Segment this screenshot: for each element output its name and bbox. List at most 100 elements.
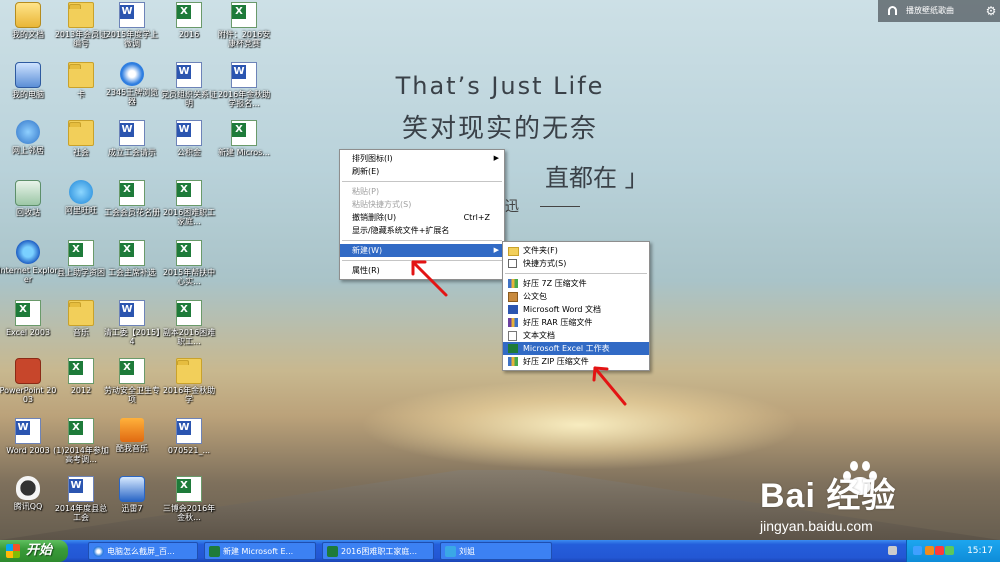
desktop-icon[interactable]: Word 2003 [0,418,58,455]
desktop-icon[interactable]: 党员组织关系证明 [159,62,219,108]
keyboard-icon[interactable] [888,546,897,555]
briefcase-icon [508,292,518,302]
new-excel-label: Microsoft Excel 工作表 [523,344,610,353]
start-button[interactable]: 开始 [0,540,68,562]
excel-file-icon [68,240,94,266]
new-text-item[interactable]: 文本文档 [503,329,649,342]
desktop-icon[interactable]: 新建 Micros... [214,120,274,157]
new-briefcase-item[interactable]: 公文包 [503,290,649,303]
desktop-icon-label: 党员组织关系证明 [161,90,217,108]
desktop-icon[interactable]: 劳动安全卫生专项 [102,358,162,404]
new-excel-item[interactable]: Microsoft Excel 工作表 [503,342,649,355]
desktop[interactable]: That’s Just Life 笑对现实的无奈 直都在 」 迅 我的文档 我的电… [0,0,1000,540]
desktop-icon[interactable]: 工会会员花名册 [102,180,162,217]
desktop-icon[interactable]: 清工委【2015】4 [102,300,162,346]
clock[interactable]: 15:17 [967,546,993,556]
menu-arrange-icons[interactable]: 排列图标(I) ▶ [340,152,504,165]
sunset-glow [360,380,800,470]
desktop-icon-label: 三博会2016年金秋... [162,504,216,522]
folder-icon [176,358,202,384]
menu-undo-delete[interactable]: 撤销删除(U) Ctrl+Z [340,211,504,224]
settings-gear-icon[interactable]: ⚙ [982,0,1000,22]
menu-show-hide[interactable]: 显示/隐藏系统文件+扩展名 [340,224,504,237]
desktop-icon-label: 2015年度学上微调 [105,30,159,48]
menu-separator [505,273,647,274]
desktop-icon-label: 2016年金秋助学报名... [217,90,271,108]
menu-paste[interactable]: 粘贴(P) [340,185,504,198]
desktop-icon-label: 附件：2016安康杯竞赛 [217,30,271,48]
new-7z-item[interactable]: 好压 7Z 压缩文件 [503,277,649,290]
word-icon [508,305,518,314]
text-file-icon [508,331,517,341]
menu-refresh[interactable]: 刷新(E) [340,165,504,178]
desktop-icon[interactable]: 070521_... [159,418,219,455]
desktop-icon[interactable]: 三博会2016年金秋... [159,476,219,522]
desktop-icon[interactable]: 我的文档 [0,2,58,39]
desktop-icon[interactable]: 酷我音乐 [102,418,162,453]
menu-paste-shortcut[interactable]: 粘贴快捷方式(S) [340,198,504,211]
headphone-icon [888,6,897,15]
desktop-icon[interactable]: 迅雷7 [102,476,162,513]
desktop-icon[interactable]: 2015年度学上微调 [102,2,162,48]
security-tray-icon[interactable] [935,546,944,555]
excel-file-icon [231,120,257,146]
recycle-bin-icon [15,180,41,206]
excel-file-icon [68,418,94,444]
submenu-arrow-icon: ▶ [493,246,499,254]
haozip-rar-icon [508,318,518,327]
word-file-icon [119,300,145,326]
desktop-icon-label: Excel 2003 [5,328,51,337]
menu-paste-label: 粘贴(P) [352,187,380,196]
tray-app-icon[interactable] [945,546,954,555]
desktop-icon[interactable]: 成立工会请示 [102,120,162,157]
new-shortcut-item[interactable]: 快捷方式(S) [503,257,649,270]
network-icon [16,120,40,144]
taskbar-button-browser[interactable]: 电脑怎么截屏_百... [88,542,198,560]
taskbar-button-excel-2016[interactable]: 2016困难职工家庭... [322,542,434,560]
desktop-icon[interactable]: 2015年帮扶中心实... [159,240,219,286]
desktop-icon[interactable]: 腾讯QQ [0,476,58,511]
taskbar-button-chat[interactable]: 刘姐 [440,542,552,560]
desktop-icon-label: 新建 Micros... [218,148,270,157]
annotation-arrow-excel [592,366,627,406]
desktop-icon-label: 迅雷7 [121,504,143,513]
network-tray-icon[interactable] [913,546,922,555]
desktop-icon[interactable]: 副本2016困难职工... [159,300,219,346]
taskbar-button-excel-new[interactable]: 新建 Microsoft E... [204,542,316,560]
desktop-icon-label: Internet Explorer [0,266,58,284]
desktop-icon[interactable]: 2016困难职工家庭... [159,180,219,226]
desktop-icon-label: PowerPoint 2003 [0,386,57,404]
desktop-icon[interactable]: 2016年金秋助学报名... [214,62,274,108]
desktop-icon[interactable]: 2016 [159,2,219,39]
desktop-icon[interactable]: 附件：2016安康杯竞赛 [214,2,274,48]
new-word-label: Microsoft Word 文档 [523,305,602,314]
qq-tray-icon[interactable] [925,546,934,555]
aliwangwang-icon [69,180,93,204]
desktop-icon[interactable]: 网上邻居 [0,120,58,155]
desktop-icon[interactable]: Excel 2003 [0,300,58,337]
desktop-icon[interactable]: 我的电脑 [0,62,58,99]
new-briefcase-label: 公文包 [523,292,547,301]
new-word-item[interactable]: Microsoft Word 文档 [503,303,649,316]
desktop-icon[interactable]: 公积金 [159,120,219,157]
folder-icon [68,300,94,326]
start-label: 开始 [26,543,53,558]
excel-file-icon [176,2,202,28]
excel-file-icon [119,240,145,266]
chat-icon [445,546,456,557]
desktop-icon[interactable]: 工会主席补选 [102,240,162,277]
play-wallpaper-music-button[interactable]: 播放壁纸歌曲 [878,0,982,22]
desktop-icon[interactable]: 2016年金秋助学 [159,358,219,404]
excel-file-icon [176,476,202,502]
desktop-icon[interactable]: Internet Explorer [0,240,58,284]
desktop-icon[interactable]: PowerPoint 2003 [0,358,58,404]
desktop-icon[interactable]: 回收站 [0,180,58,217]
word-file-icon [119,120,145,146]
new-folder-item[interactable]: 文件夹(F) [503,244,649,257]
desktop-icon[interactable]: 2345王牌浏览器 [102,62,162,106]
desktop-icon-label: 我的文档 [12,30,44,39]
new-zip-label: 好压 ZIP 压缩文件 [523,357,589,366]
folder-icon [68,62,94,88]
new-rar-item[interactable]: 好压 RAR 压缩文件 [503,316,649,329]
desktop-icon-label: 公积金 [177,148,201,157]
